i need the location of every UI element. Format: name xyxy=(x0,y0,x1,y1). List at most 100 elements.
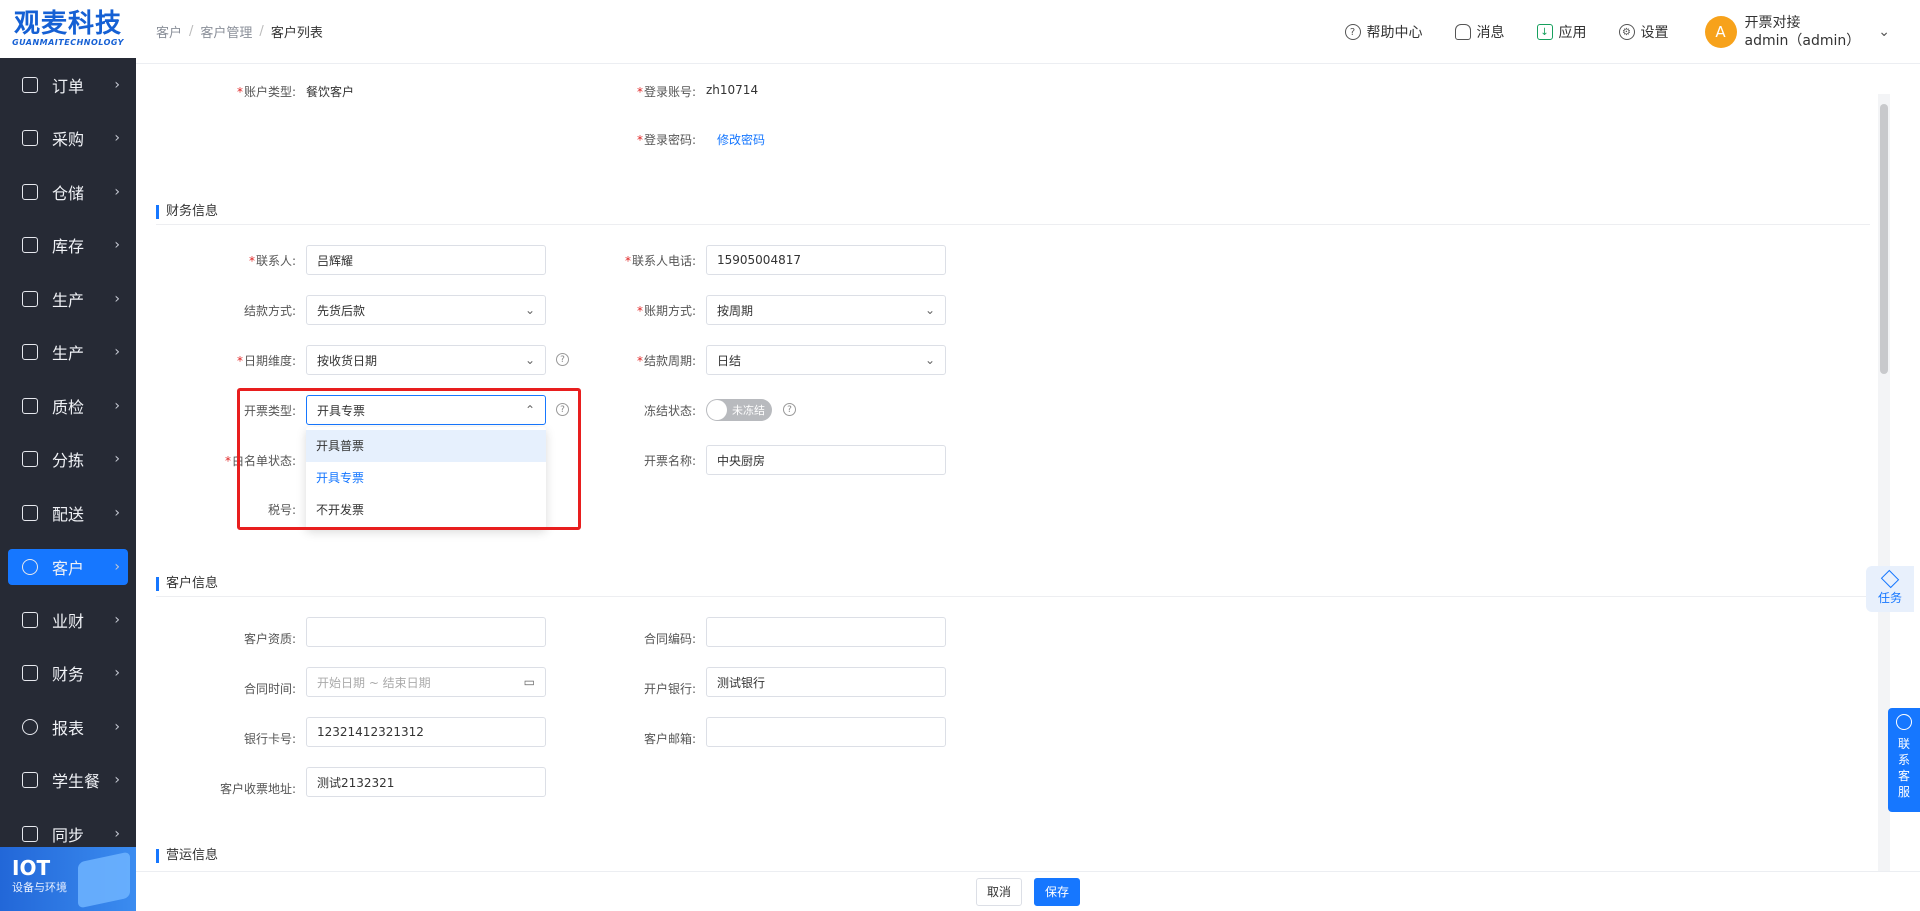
sidebar-item-quality[interactable]: 质检 › xyxy=(0,379,136,433)
sync-icon xyxy=(22,825,38,842)
user-account: admin（admin） xyxy=(1744,33,1861,49)
bell-icon xyxy=(1454,24,1471,40)
sidebar-item-sorting[interactable]: 分拣 › xyxy=(0,433,136,487)
login-password-label: *登录密码: xyxy=(636,133,696,147)
chevron-down-icon[interactable]: ⌄ xyxy=(1878,24,1890,40)
sidebar-item-business-finance[interactable]: 业财 › xyxy=(0,593,136,647)
settlement-cycle-select[interactable]: 日结 ⌄ xyxy=(706,345,946,375)
customer-service-button[interactable]: 联 系 客 服 xyxy=(1888,708,1920,812)
user-info[interactable]: 开票对接 admin（admin） xyxy=(1745,14,1861,50)
app-label: 应用 xyxy=(1558,25,1587,41)
settlement-method-select[interactable]: 先货后款 ⌄ xyxy=(306,295,546,325)
help-icon[interactable]: ? xyxy=(783,403,796,416)
help-center-button[interactable]: ? 帮助中心 xyxy=(1344,22,1423,42)
sidebar-nav: 订单 › 采购 › 仓储 › 库存 › 生产 › 生产 › 质检 › 分拣 › 配送 › 客户 › … xyxy=(0,58,136,861)
sidebar-item-warehouse[interactable]: 仓储 › xyxy=(0,165,136,219)
bank-input[interactable]: 测试银行 xyxy=(706,667,946,697)
customer-email-label: 客户邮箱: xyxy=(643,732,696,746)
sorting-icon xyxy=(22,451,38,468)
breadcrumb-item[interactable]: 客户 xyxy=(156,22,182,41)
scrollbar-thumb[interactable] xyxy=(1880,104,1888,374)
message-label: 消息 xyxy=(1476,25,1505,41)
customer-email-input[interactable] xyxy=(706,717,946,747)
breadcrumb: 客户 / 客户管理 / 客户列表 xyxy=(156,22,323,41)
account-type-value: 餐饮客户 xyxy=(306,85,355,99)
contact-phone-input[interactable]: 15905004817 xyxy=(706,245,946,275)
chevron-down-icon: ⌄ xyxy=(924,353,935,367)
contact-input[interactable]: 吕辉耀 xyxy=(306,245,546,275)
change-password-link[interactable]: 修改密码 xyxy=(717,131,765,148)
help-icon[interactable]: ? xyxy=(556,353,569,366)
logo[interactable]: 观麦科技 GUANMAITECHNOLOGY xyxy=(0,0,136,58)
finance-icon xyxy=(22,665,38,682)
chevron-right-icon: › xyxy=(114,290,120,307)
help-center-label: 帮助中心 xyxy=(1366,25,1423,41)
cancel-button[interactable]: 取消 xyxy=(975,877,1022,906)
chevron-right-icon: › xyxy=(114,665,120,682)
chevron-right-icon: › xyxy=(114,237,120,254)
app-button[interactable]: ↓ 应用 xyxy=(1536,22,1587,42)
breadcrumb-current: 客户列表 xyxy=(270,26,323,41)
sidebar-item-student-meal[interactable]: 学生餐 › xyxy=(0,754,136,808)
chevron-right-icon: › xyxy=(114,772,120,789)
sidebar-item-report[interactable]: 报表 › xyxy=(0,700,136,754)
main-content: *账户类型: 餐饮客户 *登录账号: zh10714 *登录密码: 修改密码 财… xyxy=(136,64,1894,911)
order-icon xyxy=(22,76,38,93)
chat-icon xyxy=(1896,714,1912,730)
chevron-right-icon: › xyxy=(114,183,120,200)
chevron-down-icon: ⌄ xyxy=(524,303,535,317)
service-label: 系 xyxy=(1897,753,1910,767)
iot-banner[interactable]: IOT 设备与环境 xyxy=(0,847,136,911)
invoice-name-input[interactable]: 中央厨房 xyxy=(706,445,946,475)
sidebar-item-label: 仓储 xyxy=(52,183,85,203)
billing-period-mode-value: 按周期 xyxy=(717,303,754,318)
sidebar-item-delivery[interactable]: 配送 › xyxy=(0,486,136,540)
freeze-status-toggle[interactable]: 未冻结 xyxy=(706,399,772,421)
save-button[interactable]: 保存 xyxy=(1034,877,1081,906)
date-dimension-select[interactable]: 按收货日期 ⌄ xyxy=(306,345,546,375)
bank-card-input[interactable]: 12321412321312 xyxy=(306,717,546,747)
chevron-down-icon: ⌄ xyxy=(924,303,935,317)
contract-date-range[interactable]: 开始日期 ~ 结束日期 ▭ xyxy=(306,667,546,697)
contract-date-placeholder: 开始日期 ~ 结束日期 xyxy=(317,675,431,690)
date-dimension-value: 按收货日期 xyxy=(317,353,378,368)
billing-period-mode-select[interactable]: 按周期 ⌄ xyxy=(706,295,946,325)
settlement-method-value: 先货后款 xyxy=(317,303,366,318)
contact-phone-label: *联系人电话: xyxy=(624,254,696,268)
student-meal-icon xyxy=(22,772,38,789)
sidebar-item-inventory[interactable]: 库存 › xyxy=(0,219,136,273)
breadcrumb-item[interactable]: 客户管理 xyxy=(200,22,252,41)
chevron-right-icon: › xyxy=(114,451,120,468)
customer-qualification-input[interactable] xyxy=(306,617,546,647)
production-icon xyxy=(22,290,38,307)
sidebar-item-customer[interactable]: 客户 › xyxy=(8,548,128,585)
login-account-value: zh10714 xyxy=(706,83,759,97)
sidebar-item-label: 同步 xyxy=(52,825,85,845)
avatar[interactable]: A xyxy=(1704,16,1737,48)
chevron-right-icon: › xyxy=(114,76,120,93)
settings-button[interactable]: ⚙ 设置 xyxy=(1618,22,1669,42)
ops-section-title: 营运信息 xyxy=(156,849,218,863)
contract-code-label: 合同编码: xyxy=(643,632,696,646)
sidebar-item-label: 配送 xyxy=(52,504,85,524)
sidebar-item-order[interactable]: 订单 › xyxy=(0,58,136,112)
production-icon xyxy=(22,344,38,361)
invoice-address-input[interactable]: 测试2132321 xyxy=(306,767,546,797)
finance-section-title: 财务信息 xyxy=(156,205,218,219)
app-icon: ↓ xyxy=(1536,24,1553,40)
sidebar-item-purchase[interactable]: 采购 › xyxy=(0,112,136,166)
message-button[interactable]: 消息 xyxy=(1454,22,1505,42)
contract-code-input[interactable] xyxy=(706,617,946,647)
sidebar-item-finance[interactable]: 财务 › xyxy=(0,647,136,701)
logo-text: 观麦科技 xyxy=(13,9,122,39)
business-finance-icon xyxy=(22,611,38,628)
logo-subtext: GUANMAITECHNOLOGY xyxy=(12,38,124,47)
chevron-right-icon: › xyxy=(114,611,120,628)
sidebar-item-production[interactable]: 生产 › xyxy=(0,272,136,326)
task-float-button[interactable]: 任务 xyxy=(1866,566,1914,612)
settlement-cycle-label: *结款周期: xyxy=(636,354,696,368)
sidebar-item-production-2[interactable]: 生产 › xyxy=(0,326,136,380)
inventory-icon xyxy=(22,237,38,254)
sidebar-item-label: 库存 xyxy=(52,237,85,257)
settlement-cycle-value: 日结 xyxy=(717,353,742,368)
